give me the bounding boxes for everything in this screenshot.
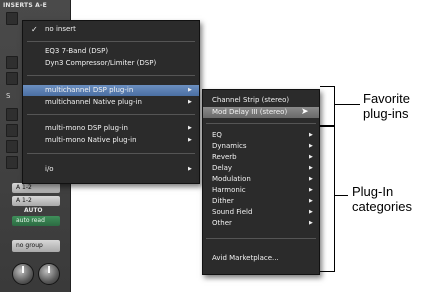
menu-separator <box>27 153 195 154</box>
submenu-arrow-icon: ▶ <box>309 198 313 204</box>
submenu-arrow-icon: ▶ <box>309 209 313 215</box>
menu-item-multimono-dsp[interactable]: multi-mono DSP plug-in ▶ <box>23 123 199 134</box>
menu-item-label: no insert <box>45 25 76 33</box>
submenu-arrow-icon: ▶ <box>309 176 313 182</box>
menu-item-eq3[interactable]: EQ3 7-Band (DSP) <box>23 46 199 57</box>
submenu-arrow-icon: ▶ <box>188 99 192 105</box>
categories-callout-line2: categories <box>352 199 412 214</box>
categories-callout-line1: Plug-In <box>352 184 394 199</box>
group-selector-value: no group <box>16 242 43 249</box>
submenu-arrow-icon: ▶ <box>309 165 313 171</box>
submenu-separator <box>206 238 316 239</box>
submenu-arrow-icon: ▶ <box>188 87 192 93</box>
submenu-item-dither[interactable]: Dither ▶ <box>203 196 319 207</box>
submenu-item-label: Dither <box>212 197 234 205</box>
automation-mode-value: auto read <box>16 217 45 224</box>
submenu-item-reverb[interactable]: Reverb ▶ <box>203 152 319 163</box>
group-selector[interactable]: no group <box>12 240 60 252</box>
menu-item-label: multichannel Native plug-in <box>45 98 142 106</box>
submenu-item-sound-field[interactable]: Sound Field ▶ <box>203 207 319 218</box>
submenu-item-label: Channel Strip (stereo) <box>212 96 290 104</box>
submenu-arrow-icon: ▶ <box>188 125 192 131</box>
menu-separator <box>27 75 195 76</box>
menu-item-label: multichannel DSP plug-in <box>45 86 134 94</box>
sends-label: S <box>6 92 11 100</box>
menu-item-multichannel-native[interactable]: multichannel Native plug-in ▶ <box>23 97 199 108</box>
favorites-callout-line2: plug-ins <box>363 106 409 121</box>
submenu-item-label: Modulation <box>212 175 251 183</box>
menu-item-label: multi-mono Native plug-in <box>45 136 137 144</box>
insert-slot-c[interactable] <box>6 72 18 85</box>
send-slot-a[interactable] <box>6 108 18 121</box>
checkmark-icon: ✓ <box>31 25 38 34</box>
menu-separator <box>27 41 195 42</box>
input-selector[interactable]: A 1-2 <box>12 183 60 193</box>
favorites-callout: Favorite plug-ins <box>363 91 410 121</box>
menu-item-multichannel-dsp[interactable]: multichannel DSP plug-in ▶ <box>23 85 199 96</box>
insert-slot-b[interactable] <box>6 56 18 69</box>
submenu-item-label: Sound Field <box>212 208 253 216</box>
favorites-bracket <box>320 86 335 126</box>
output-selector-label: A 1-2 <box>16 197 32 204</box>
submenu-arrow-icon: ▶ <box>309 187 313 193</box>
categories-callout: Plug-In categories <box>352 184 412 214</box>
menu-item-no-insert[interactable]: ✓ no insert <box>23 24 199 35</box>
menu-item-label: EQ3 7-Band (DSP) <box>45 47 109 55</box>
submenu-arrow-icon: ▶ <box>309 132 313 138</box>
submenu-item-label: Avid Marketplace... <box>212 254 279 262</box>
menu-item-label: Dyn3 Compressor/Limiter (DSP) <box>45 59 157 67</box>
submenu-item-eq[interactable]: EQ ▶ <box>203 130 319 141</box>
submenu-item-channel-strip[interactable]: Channel Strip (stereo) <box>203 95 319 106</box>
submenu-item-label: Delay <box>212 164 233 172</box>
favorites-callout-line1: Favorite <box>363 91 410 106</box>
send-slot-b[interactable] <box>6 124 18 137</box>
submenu-item-label: Harmonic <box>212 186 246 194</box>
submenu-arrow-icon: ▶ <box>188 137 192 143</box>
menu-item-multimono-native[interactable]: multi-mono Native plug-in ▶ <box>23 135 199 146</box>
automation-label: AUTO <box>24 207 43 214</box>
submenu-item-modulation[interactable]: Modulation ▶ <box>203 174 319 185</box>
submenu-item-label: Other <box>212 219 232 227</box>
submenu-item-harmonic[interactable]: Harmonic ▶ <box>203 185 319 196</box>
input-selector-label: A 1-2 <box>16 184 32 191</box>
submenu-item-label: Reverb <box>212 153 237 161</box>
submenu-item-delay[interactable]: Delay ▶ <box>203 163 319 174</box>
submenu-item-dynamics[interactable]: Dynamics ▶ <box>203 141 319 152</box>
submenu-item-label: EQ <box>212 131 222 139</box>
categories-leader-line <box>334 195 348 196</box>
menu-item-io[interactable]: i/o ▶ <box>23 164 199 175</box>
menu-item-label: i/o <box>45 165 54 173</box>
menu-item-label: multi-mono DSP plug-in <box>45 124 128 132</box>
submenu-arrow-icon: ▶ <box>188 166 192 172</box>
submenu-arrow-icon: ▶ <box>309 143 313 149</box>
submenu-item-label: Mod Delay III (stereo) <box>212 108 288 116</box>
submenu-arrow-icon: ▶ <box>309 220 313 226</box>
categories-bracket <box>320 126 335 272</box>
insert-slot-a[interactable] <box>6 12 18 25</box>
submenu-arrow-icon: ▶ <box>309 154 313 160</box>
submenu-item-label: Dynamics <box>212 142 247 150</box>
pan-knob-right[interactable] <box>38 263 60 285</box>
menu-separator <box>27 114 195 115</box>
automation-mode-selector[interactable]: auto read <box>12 216 60 226</box>
menu-item-dyn3[interactable]: Dyn3 Compressor/Limiter (DSP) <box>23 58 199 69</box>
favorites-leader-line <box>334 104 360 105</box>
send-slot-c[interactable] <box>6 140 18 153</box>
submenu-item-avid-marketplace[interactable]: Avid Marketplace... <box>203 253 319 264</box>
inserts-header: INSERTS A-E <box>3 2 47 9</box>
plugin-submenu: Channel Strip (stereo) Mod Delay III (st… <box>202 89 320 275</box>
insert-menu: ✓ no insert EQ3 7-Band (DSP) Dyn3 Compre… <box>22 20 200 184</box>
submenu-separator <box>206 123 316 124</box>
output-selector[interactable]: A 1-2 <box>12 196 60 206</box>
submenu-item-other[interactable]: Other ▶ <box>203 218 319 229</box>
send-slot-d[interactable] <box>6 156 18 169</box>
mouse-cursor-icon: ➤ <box>301 107 309 117</box>
pan-knob-left[interactable] <box>12 263 34 285</box>
